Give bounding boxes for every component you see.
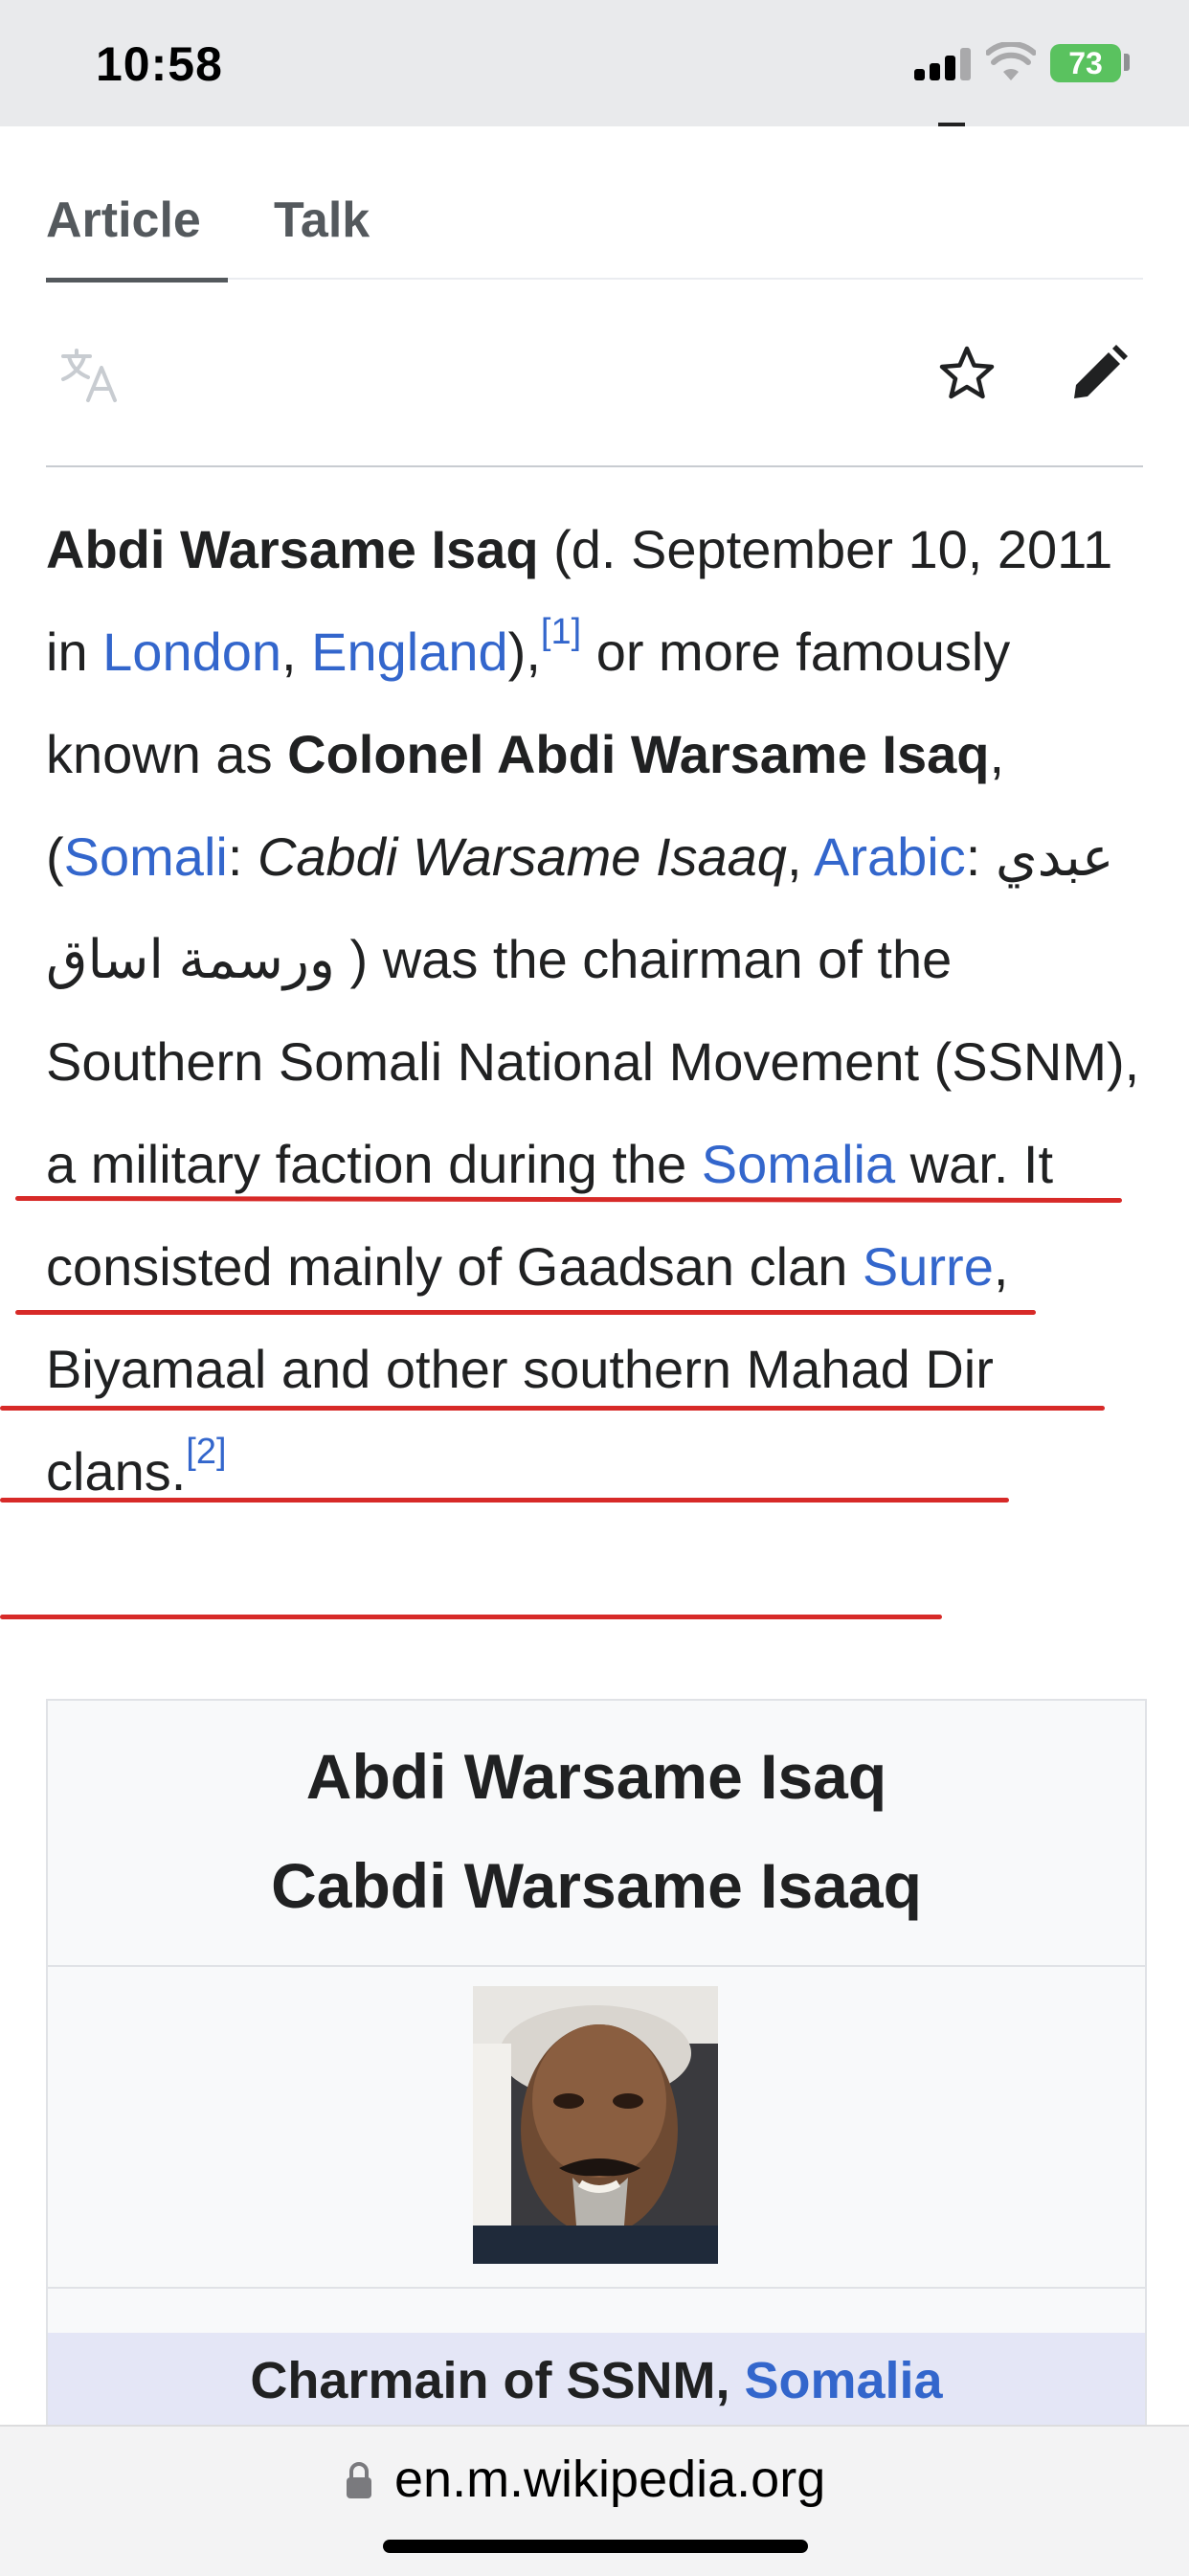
annotation-underline: [0, 1615, 942, 1619]
infobox-image-row: [48, 1969, 1145, 2289]
annotation-underline: [15, 1310, 1036, 1315]
infobox-caption: Charmain of SSNM, Somalia: [48, 2333, 1145, 2429]
tab-talk[interactable]: Talk: [274, 182, 370, 274]
subject-name: Abdi Warsame Isaq: [46, 519, 539, 579]
browser-url-bar[interactable]: en.m.wikipedia.org: [0, 2425, 1189, 2576]
home-indicator[interactable]: [383, 2540, 808, 2553]
page-indicator: [938, 123, 965, 126]
article-tabs: Article Talk: [46, 182, 1143, 282]
link-arabic[interactable]: Arabic: [814, 826, 966, 887]
text-span: ),: [507, 621, 541, 682]
infobox-title-line2: Cabdi Warsame Isaaq: [271, 1850, 922, 1921]
subject-title: Colonel Abdi Warsame Isaq: [287, 724, 990, 784]
tab-article[interactable]: Article: [46, 182, 228, 282]
portrait-photo[interactable]: [473, 1986, 718, 2264]
article-lead-paragraph: Abdi Warsame Isaq (d. September 10, 2011…: [46, 498, 1147, 1523]
pencil-icon[interactable]: [1068, 343, 1130, 404]
text-span: ,: [281, 621, 312, 682]
link-somali[interactable]: Somali: [64, 826, 228, 887]
link-london[interactable]: London: [102, 621, 281, 682]
annotation-underline: [0, 1406, 1105, 1411]
battery-cap: [1124, 54, 1130, 71]
text-span: :: [965, 826, 996, 887]
cellular-signal-icon: [914, 48, 974, 80]
somali-name: Cabdi Warsame Isaaq: [257, 826, 787, 887]
star-icon[interactable]: [936, 343, 998, 404]
infobox: Abdi Warsame Isaq Cabdi Warsame Isaaq Ch…: [46, 1699, 1147, 2430]
text-span: :: [227, 826, 258, 887]
page-actions-toolbar: [46, 316, 1143, 467]
infobox-title-line1: Abdi Warsame Isaq: [305, 1741, 887, 1812]
wifi-icon: [986, 42, 1036, 80]
link-somalia[interactable]: Somalia: [702, 1134, 895, 1194]
link-surre[interactable]: Surre: [863, 1236, 994, 1297]
url-domain[interactable]: en.m.wikipedia.org: [394, 2446, 825, 2513]
translate-icon[interactable]: [59, 345, 121, 406]
reference-2[interactable]: [2]: [186, 1432, 226, 1472]
link-england[interactable]: England: [311, 621, 508, 682]
infobox-title: Abdi Warsame Isaq Cabdi Warsame Isaaq: [48, 1701, 1145, 1967]
link-somalia-caption[interactable]: Somalia: [744, 2352, 942, 2409]
battery-level: 73: [1050, 44, 1121, 82]
caption-text: Charmain of SSNM,: [250, 2352, 745, 2409]
status-time: 10:58: [96, 37, 223, 91]
text-span: ,: [786, 826, 814, 887]
annotation-underline: [0, 1498, 1009, 1503]
reference-1[interactable]: [1]: [541, 612, 581, 652]
lock-icon: [347, 2462, 371, 2498]
status-bar: 10:58 73: [0, 0, 1189, 126]
